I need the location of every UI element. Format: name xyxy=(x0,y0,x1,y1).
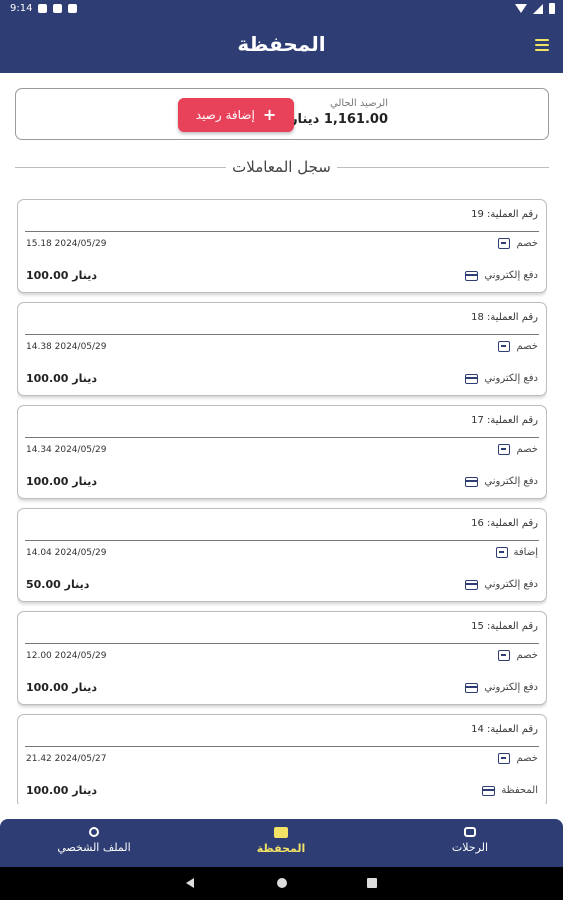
transaction-date: 14.04 2024/05/29 xyxy=(26,548,107,558)
credit-card-icon xyxy=(465,476,479,487)
transaction-date: 14.34 2024/05/29 xyxy=(26,445,107,455)
credit-card-icon xyxy=(482,785,496,796)
transaction-id: رقم العملية: 19 xyxy=(471,209,538,220)
shield-status-icon xyxy=(53,4,62,13)
balance-label: الرصيد الحالي xyxy=(330,98,388,109)
transaction-type: خصم xyxy=(498,753,538,764)
add-balance-label: إضافة رصيد xyxy=(195,108,255,122)
transaction-card[interactable]: رقم العملية: 19 خصم 15.18 2024/05/29 دفع… xyxy=(17,199,547,293)
transaction-type: خصم xyxy=(498,238,538,249)
signal-icon xyxy=(533,3,543,14)
card-divider xyxy=(25,334,539,335)
recents-icon[interactable] xyxy=(367,878,377,888)
balance-info: الرصيد الحالي 1,161.00 دينار xyxy=(290,98,388,127)
transactions-section-title: سجل المعاملات xyxy=(0,157,563,176)
system-navigation-bar xyxy=(0,867,563,900)
bottom-navigation: الملف الشخصي المحفظة الرحلات xyxy=(0,819,563,867)
credit-card-icon xyxy=(465,270,479,281)
balance-card: الرصيد الحالي 1,161.00 دينار + إضافة رصي… xyxy=(15,88,549,140)
card-divider xyxy=(25,540,539,541)
transaction-date: 21.42 2024/05/27 xyxy=(26,754,107,764)
deduct-icon xyxy=(498,238,511,249)
status-notification-icons xyxy=(38,4,77,13)
transaction-id: رقم العملية: 17 xyxy=(471,415,538,426)
sim-status-icon xyxy=(68,4,77,13)
card-divider xyxy=(25,231,539,232)
credit-card-icon xyxy=(465,579,479,590)
credit-card-icon xyxy=(465,682,479,693)
transaction-amount: 50.00 دينار xyxy=(26,578,90,591)
nav-item-trips[interactable]: الرحلات xyxy=(420,827,520,854)
transaction-type: خصم xyxy=(498,444,538,455)
transaction-type: خصم xyxy=(498,341,538,352)
nav-item-wallet[interactable]: المحفظة xyxy=(231,827,331,855)
status-time: 9:14 xyxy=(10,3,33,14)
settings-status-icon xyxy=(38,4,47,13)
section-title-text: سجل المعاملات xyxy=(226,158,337,176)
nav-item-profile[interactable]: الملف الشخصي xyxy=(44,827,144,854)
credit-card-icon xyxy=(465,373,479,384)
transaction-card[interactable]: رقم العملية: 17 خصم 14.34 2024/05/29 دفع… xyxy=(17,405,547,499)
deduct-icon xyxy=(498,444,511,455)
wifi-icon xyxy=(515,4,527,13)
deduct-icon xyxy=(498,753,511,764)
transaction-id: رقم العملية: 18 xyxy=(471,312,538,323)
add-balance-button[interactable]: + إضافة رصيد xyxy=(178,98,294,132)
transaction-amount: 100.00 دينار xyxy=(26,681,98,694)
deduct-icon xyxy=(498,341,511,352)
transaction-method: دفع إلكتروني xyxy=(465,270,538,281)
user-icon xyxy=(89,827,99,837)
app-bar: المحفظة xyxy=(0,18,563,73)
transaction-method: دفع إلكتروني xyxy=(465,682,538,693)
plus-icon: + xyxy=(262,105,277,124)
bus-icon xyxy=(464,827,476,837)
transaction-card[interactable]: رقم العملية: 16 إضافة 14.04 2024/05/29 د… xyxy=(17,508,547,602)
transaction-id: رقم العملية: 14 xyxy=(471,724,538,735)
transaction-amount: 100.00 دينار xyxy=(26,475,98,488)
transaction-card[interactable]: رقم العملية: 18 خصم 14.38 2024/05/29 دفع… xyxy=(17,302,547,396)
card-divider xyxy=(25,643,539,644)
transaction-date: 15.18 2024/05/29 xyxy=(26,239,107,249)
transaction-date: 14.38 2024/05/29 xyxy=(26,342,107,352)
hamburger-menu-icon[interactable] xyxy=(535,39,549,51)
deduct-icon xyxy=(498,650,511,661)
transaction-method: المحفظة xyxy=(482,785,538,796)
card-divider xyxy=(25,437,539,438)
transaction-id: رقم العملية: 15 xyxy=(471,621,538,632)
page-title: المحفظة xyxy=(237,32,326,56)
balance-value: 1,161.00 دينار xyxy=(290,112,388,127)
transaction-method: دفع إلكتروني xyxy=(465,579,538,590)
transaction-id: رقم العملية: 16 xyxy=(471,518,538,529)
back-icon[interactable] xyxy=(186,878,194,888)
transaction-amount: 100.00 دينار xyxy=(26,784,98,797)
transaction-card[interactable]: رقم العملية: 14 خصم 21.42 2024/05/27 الم… xyxy=(17,714,547,804)
transaction-date: 12.00 2024/05/29 xyxy=(26,651,107,661)
transaction-amount: 100.00 دينار xyxy=(26,372,98,385)
transaction-method: دفع إلكتروني xyxy=(465,476,538,487)
transaction-card[interactable]: رقم العملية: 15 خصم 12.00 2024/05/29 دفع… xyxy=(17,611,547,705)
nav-label-trips: الرحلات xyxy=(451,841,489,854)
transaction-type: إضافة xyxy=(495,547,538,558)
home-icon[interactable] xyxy=(277,878,287,888)
add-funds-icon xyxy=(495,547,508,558)
wallet-icon xyxy=(274,827,288,838)
nav-label-profile: الملف الشخصي xyxy=(57,841,131,854)
status-system-icons xyxy=(515,3,555,14)
card-divider xyxy=(25,746,539,747)
transaction-list[interactable]: رقم العملية: 19 خصم 15.18 2024/05/29 دفع… xyxy=(17,199,547,804)
transaction-method: دفع إلكتروني xyxy=(465,373,538,384)
transaction-amount: 100.00 دينار xyxy=(26,269,98,282)
status-bar: 9:14 xyxy=(0,0,563,18)
transaction-type: خصم xyxy=(498,650,538,661)
nav-label-wallet: المحفظة xyxy=(256,842,306,855)
battery-icon xyxy=(549,3,555,14)
